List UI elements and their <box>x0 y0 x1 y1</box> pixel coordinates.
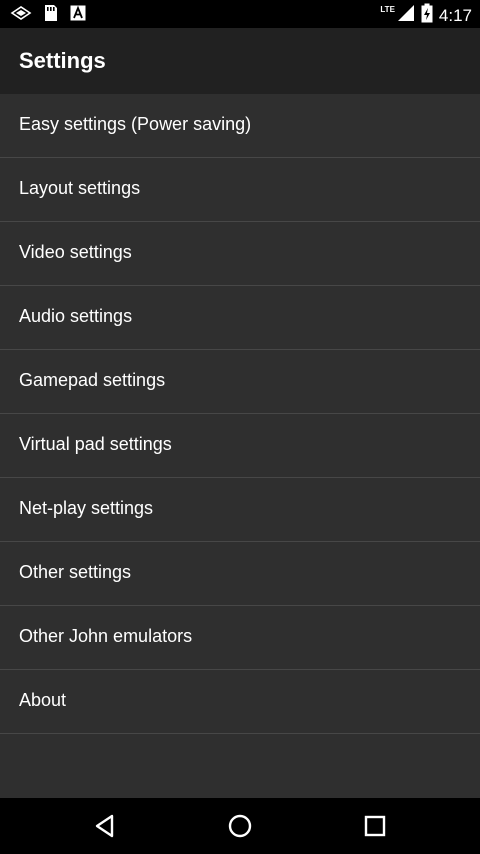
system-icons: LTE 4:17 <box>376 3 472 28</box>
settings-item-easy[interactable]: Easy settings (Power saving) <box>0 94 480 158</box>
settings-screen: LTE 4:17 Settings Easy settings (Power s… <box>0 0 480 854</box>
settings-item-other[interactable]: Other settings <box>0 542 480 606</box>
app-bar: Settings <box>0 28 480 94</box>
list-item-label: Net-play settings <box>19 498 154 518</box>
settings-item-audio[interactable]: Audio settings <box>0 286 480 350</box>
list-item-label: Other settings <box>19 562 132 582</box>
recents-button[interactable] <box>359 810 391 842</box>
recents-icon <box>364 815 386 837</box>
settings-item-other-emulators[interactable]: Other John emulators <box>0 606 480 670</box>
list-item-label: Easy settings (Power saving) <box>19 114 252 134</box>
settings-item-about[interactable]: About <box>0 670 480 734</box>
list-item-label: Virtual pad settings <box>19 434 172 454</box>
list-item-label: Video settings <box>19 242 132 262</box>
list-item-label: Gamepad settings <box>19 370 166 390</box>
text-icon <box>70 5 86 26</box>
settings-item-video[interactable]: Video settings <box>0 222 480 286</box>
back-icon <box>95 814 114 838</box>
sd-card-icon <box>44 4 58 27</box>
network-type-label: LTE <box>380 5 395 14</box>
settings-list: Easy settings (Power saving) Layout sett… <box>0 94 480 734</box>
wifi-calling-icon <box>10 4 32 27</box>
signal-icon <box>397 4 415 27</box>
home-icon <box>228 814 252 838</box>
page-title: Settings <box>19 48 106 73</box>
settings-item-net-play[interactable]: Net-play settings <box>0 478 480 542</box>
list-item-label: Layout settings <box>19 178 141 198</box>
settings-item-gamepad[interactable]: Gamepad settings <box>0 350 480 414</box>
status-clock: 4:17 <box>438 5 472 25</box>
list-item-label: Audio settings <box>19 306 133 326</box>
navigation-bar <box>0 798 480 854</box>
settings-item-virtual-pad[interactable]: Virtual pad settings <box>0 414 480 478</box>
battery-icon <box>421 3 433 28</box>
list-item-label: Other John emulators <box>19 626 193 646</box>
back-button[interactable] <box>89 810 121 842</box>
status-bar: LTE 4:17 <box>0 0 480 28</box>
list-item-label: About <box>19 690 67 710</box>
settings-item-layout[interactable]: Layout settings <box>0 158 480 222</box>
notification-icons <box>10 4 86 27</box>
home-button[interactable] <box>224 810 256 842</box>
